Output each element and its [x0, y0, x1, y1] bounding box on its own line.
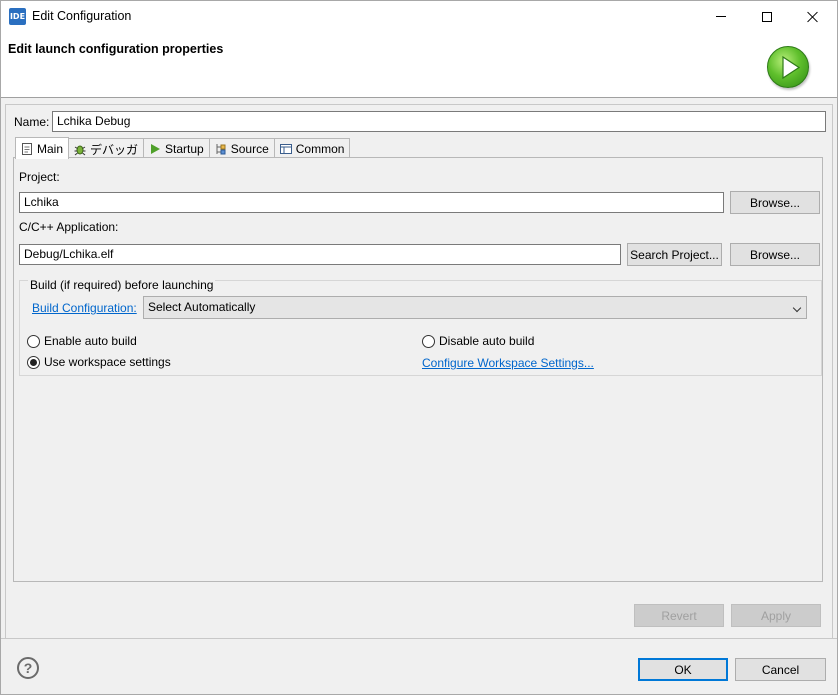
name-label: Name: — [14, 115, 50, 129]
application-label: C/C++ Application: — [19, 220, 119, 234]
tab-startup-label: Startup — [165, 142, 204, 156]
cancel-button[interactable]: Cancel — [735, 658, 826, 681]
footer-separator — [1, 638, 837, 639]
edit-configuration-dialog: IDE Edit Configuration Edit launch confi… — [0, 0, 838, 695]
bug-icon — [73, 142, 87, 156]
banner-title: Edit launch configuration properties — [8, 42, 224, 56]
window-title: Edit Configuration — [32, 9, 132, 23]
tab-bar: Main デバッガ Startup Source Common — [15, 137, 351, 159]
tab-source-label: Source — [230, 142, 269, 156]
play-icon — [148, 142, 162, 156]
disable-auto-build-radio[interactable]: Disable auto build — [422, 334, 534, 348]
tab-common[interactable]: Common — [273, 138, 351, 159]
search-project-button[interactable]: Search Project... — [627, 243, 722, 266]
configure-workspace-settings-link[interactable]: Configure Workspace Settings... — [422, 356, 594, 370]
tab-main[interactable]: Main — [15, 137, 70, 159]
radio-circle-icon — [422, 334, 435, 348]
radio-checked-icon — [27, 355, 40, 369]
config-content: Name: Lchika Debug Main デバッガ Startup Sou… — [5, 104, 833, 639]
apply-button[interactable]: Apply — [731, 604, 821, 627]
build-configuration-link[interactable]: Build Configuration: — [32, 301, 137, 315]
disable-auto-build-label: Disable auto build — [439, 334, 535, 348]
revert-button[interactable]: Revert — [634, 604, 724, 627]
application-field[interactable]: Debug/Lchika.elf — [19, 244, 621, 265]
build-configuration-select[interactable]: Select Automatically — [143, 296, 807, 319]
name-field[interactable]: Lchika Debug — [52, 111, 826, 132]
ok-button[interactable]: OK — [638, 658, 728, 681]
maximize-button[interactable] — [744, 1, 790, 32]
minimize-icon — [716, 16, 726, 17]
tab-source[interactable]: Source — [208, 138, 275, 159]
minimize-button[interactable] — [698, 1, 744, 32]
project-label: Project: — [19, 170, 60, 184]
use-workspace-settings-radio[interactable]: Use workspace settings — [27, 355, 171, 369]
close-icon — [807, 11, 819, 23]
banner: Edit launch configuration properties — [1, 32, 837, 98]
project-field[interactable]: Lchika — [19, 192, 724, 213]
tab-startup[interactable]: Startup — [143, 138, 210, 159]
close-button[interactable] — [790, 1, 836, 32]
run-icon — [767, 46, 809, 88]
maximize-icon — [762, 11, 772, 22]
tab-debugger-label: デバッガ — [90, 142, 139, 157]
project-browse-button[interactable]: Browse... — [730, 191, 820, 214]
document-icon — [20, 142, 34, 156]
title-bar: IDE Edit Configuration — [1, 1, 837, 32]
main-tab-panel: Project: Lchika Browse... C/C++ Applicat… — [13, 157, 823, 582]
enable-auto-build-radio[interactable]: Enable auto build — [27, 334, 137, 348]
application-browse-button[interactable]: Browse... — [730, 243, 820, 266]
chevron-down-icon — [792, 303, 802, 313]
source-icon — [214, 142, 228, 156]
use-workspace-settings-label: Use workspace settings — [44, 355, 171, 369]
common-icon — [279, 142, 293, 156]
tab-debugger[interactable]: デバッガ — [68, 138, 145, 159]
radio-circle-icon — [27, 334, 40, 348]
tab-common-label: Common — [295, 142, 345, 156]
tab-main-label: Main — [37, 141, 64, 156]
build-configuration-value: Select Automatically — [148, 300, 256, 314]
build-group-title: Build (if required) before launching — [28, 278, 216, 292]
help-icon[interactable]: ? — [17, 657, 39, 679]
enable-auto-build-label: Enable auto build — [44, 334, 137, 348]
ide-app-icon: IDE — [9, 8, 26, 25]
